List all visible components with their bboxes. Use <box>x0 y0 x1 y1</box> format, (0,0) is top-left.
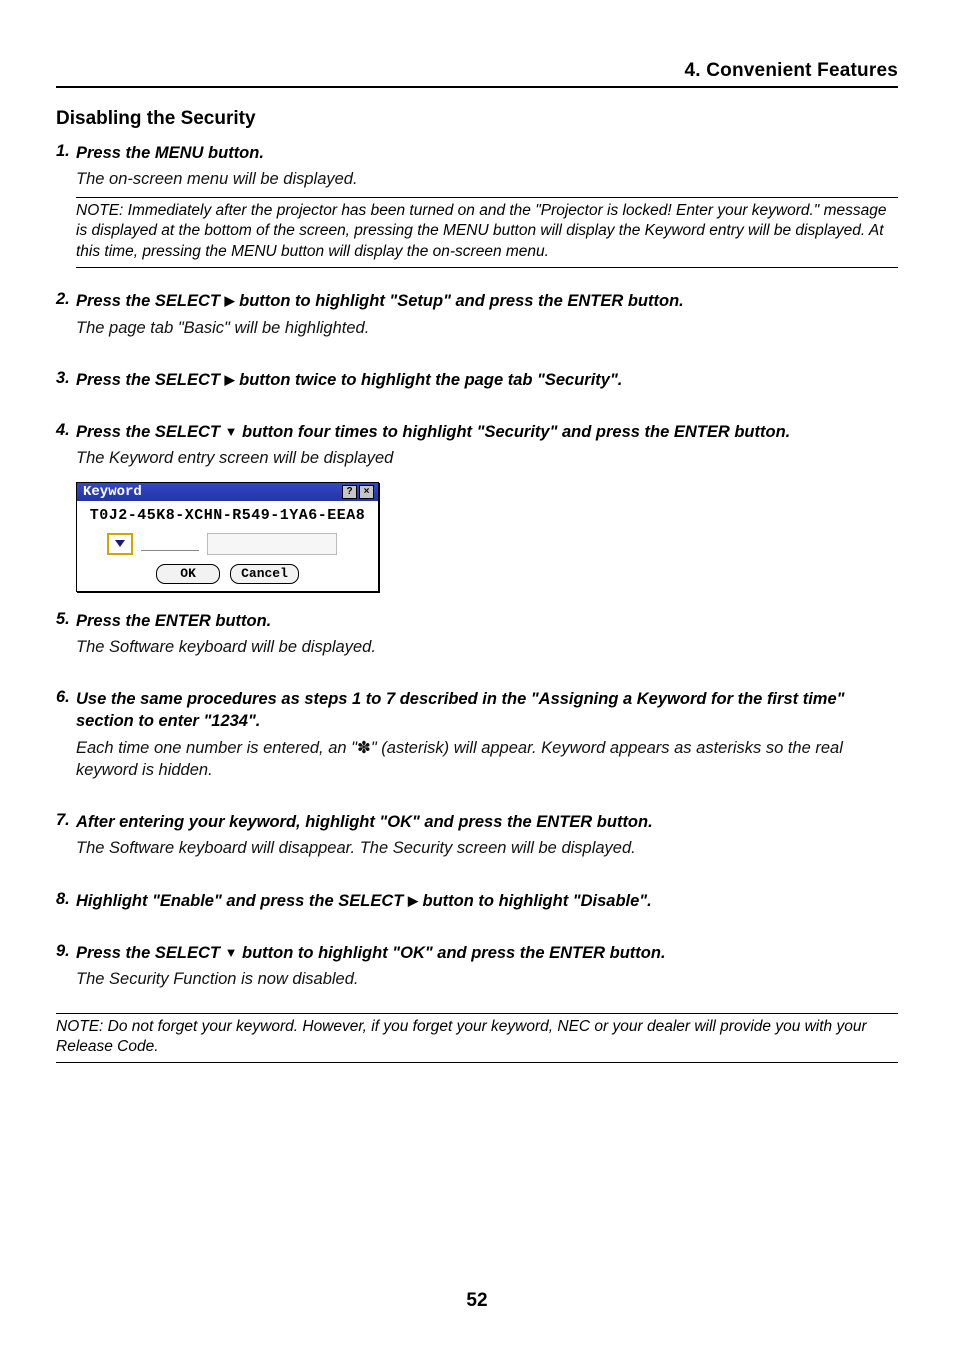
step-title: After entering your keyword, highlight "… <box>76 811 898 833</box>
serial-code: T0J2-45K8-XCHN-R549-1YA6-EEA8 <box>83 507 372 524</box>
step-title: Highlight "Enable" and press the SELECT … <box>76 890 898 912</box>
step-title: Use the same procedures as steps 1 to 7 … <box>76 688 898 733</box>
step-title: Press the ENTER button. <box>76 610 898 632</box>
step-title-post: button four times to highlight "Security… <box>237 423 790 441</box>
step-desc: Each time one number is entered, an "✽" … <box>76 737 898 782</box>
keyword-dialog-container: Keyword ? × T0J2-45K8-XCHN-R549-1YA6-EEA… <box>76 482 898 592</box>
step-8: 8. Highlight "Enable" and press the SELE… <box>56 890 898 912</box>
step-number: 8. <box>56 890 76 912</box>
step-number: 5. <box>56 610 76 632</box>
combo-dropdown[interactable] <box>107 533 133 555</box>
arrow-right-icon: ▶ <box>225 371 235 389</box>
arrow-right-icon: ▶ <box>225 292 235 310</box>
section-title: Disabling the Security <box>56 108 898 130</box>
step-number: 4. <box>56 421 76 443</box>
close-icon[interactable]: × <box>359 485 374 499</box>
step-number: 1. <box>56 142 76 164</box>
step-desc: The page tab "Basic" will be highlighted… <box>76 317 898 339</box>
step-title: Press the MENU button. <box>76 142 898 164</box>
ok-button[interactable]: OK <box>156 564 220 584</box>
arrow-right-icon: ▶ <box>408 892 418 910</box>
step-desc: The Software keyboard will be displayed. <box>76 636 898 658</box>
step-1: 1. Press the MENU button. The on-screen … <box>56 142 898 268</box>
step-title-pre: Press the SELECT <box>76 292 225 310</box>
arrow-down-icon: ▼ <box>225 423 238 441</box>
step-3: 3. Press the SELECT ▶ button twice to hi… <box>56 369 898 391</box>
step-title: Press the SELECT ▼ button to highlight "… <box>76 942 898 964</box>
input-underline[interactable] <box>141 537 199 551</box>
chevron-down-icon <box>115 540 125 547</box>
page-content: 4. Convenient Features Disabling the Sec… <box>56 60 898 1063</box>
step-title-post: button to highlight "Disable". <box>418 892 652 910</box>
dialog-title-text: Keyword <box>83 484 142 500</box>
step-desc: The Keyword entry screen will be display… <box>76 447 898 469</box>
step-number: 2. <box>56 290 76 312</box>
step-4: 4. Press the SELECT ▼ button four times … <box>56 421 898 592</box>
step-2: 2. Press the SELECT ▶ button to highligh… <box>56 290 898 339</box>
desc-pre: Each time one number is entered, an " <box>76 739 357 757</box>
dialog-titlebar: Keyword ? × <box>77 483 378 501</box>
step-title-pre: Press the SELECT <box>76 423 225 441</box>
step-title-pre: Press the SELECT <box>76 371 225 389</box>
step-number: 6. <box>56 688 76 733</box>
help-icon[interactable]: ? <box>342 485 357 499</box>
step-note: NOTE: Immediately after the projector ha… <box>76 197 898 269</box>
page-number: 52 <box>0 1290 954 1312</box>
step-number: 7. <box>56 811 76 833</box>
step-title: Press the SELECT ▶ button twice to highl… <box>76 369 898 391</box>
step-title-post: button twice to highlight the page tab "… <box>235 371 623 389</box>
header-rule: 4. Convenient Features <box>56 60 898 88</box>
button-row: OK Cancel <box>83 564 372 584</box>
step-7: 7. After entering your keyword, highligh… <box>56 811 898 860</box>
dialog-title-icons: ? × <box>342 485 374 499</box>
step-title-pre: Highlight "Enable" and press the SELECT <box>76 892 408 910</box>
step-5: 5. Press the ENTER button. The Software … <box>56 610 898 659</box>
chapter-title: 4. Convenient Features <box>56 60 898 86</box>
footer-note: NOTE: Do not forget your keyword. Howeve… <box>56 1013 898 1064</box>
step-desc: The on-screen menu will be displayed. <box>76 168 898 190</box>
step-title-post: button to highlight "OK" and press the E… <box>237 944 665 962</box>
step-number: 3. <box>56 369 76 391</box>
step-9: 9. Press the SELECT ▼ button to highligh… <box>56 942 898 991</box>
keyword-dialog: Keyword ? × T0J2-45K8-XCHN-R549-1YA6-EEA… <box>76 482 379 592</box>
step-desc: The Software keyboard will disappear. Th… <box>76 837 898 859</box>
step-title: Press the SELECT ▼ button four times to … <box>76 421 898 443</box>
arrow-down-icon: ▼ <box>225 944 238 962</box>
cancel-button[interactable]: Cancel <box>230 564 299 584</box>
step-title-post: button to highlight "Setup" and press th… <box>235 292 684 310</box>
input-box[interactable] <box>207 533 337 555</box>
asterisk-icon: ✽ <box>357 739 371 757</box>
step-title-pre: Press the SELECT <box>76 944 225 962</box>
step-desc: The Security Function is now disabled. <box>76 968 898 990</box>
step-6: 6. Use the same procedures as steps 1 to… <box>56 688 898 781</box>
step-number: 9. <box>56 942 76 964</box>
step-title: Press the SELECT ▶ button to highlight "… <box>76 290 898 312</box>
input-row <box>107 532 372 556</box>
dialog-body: T0J2-45K8-XCHN-R549-1YA6-EEA8 OK Cancel <box>77 501 378 591</box>
